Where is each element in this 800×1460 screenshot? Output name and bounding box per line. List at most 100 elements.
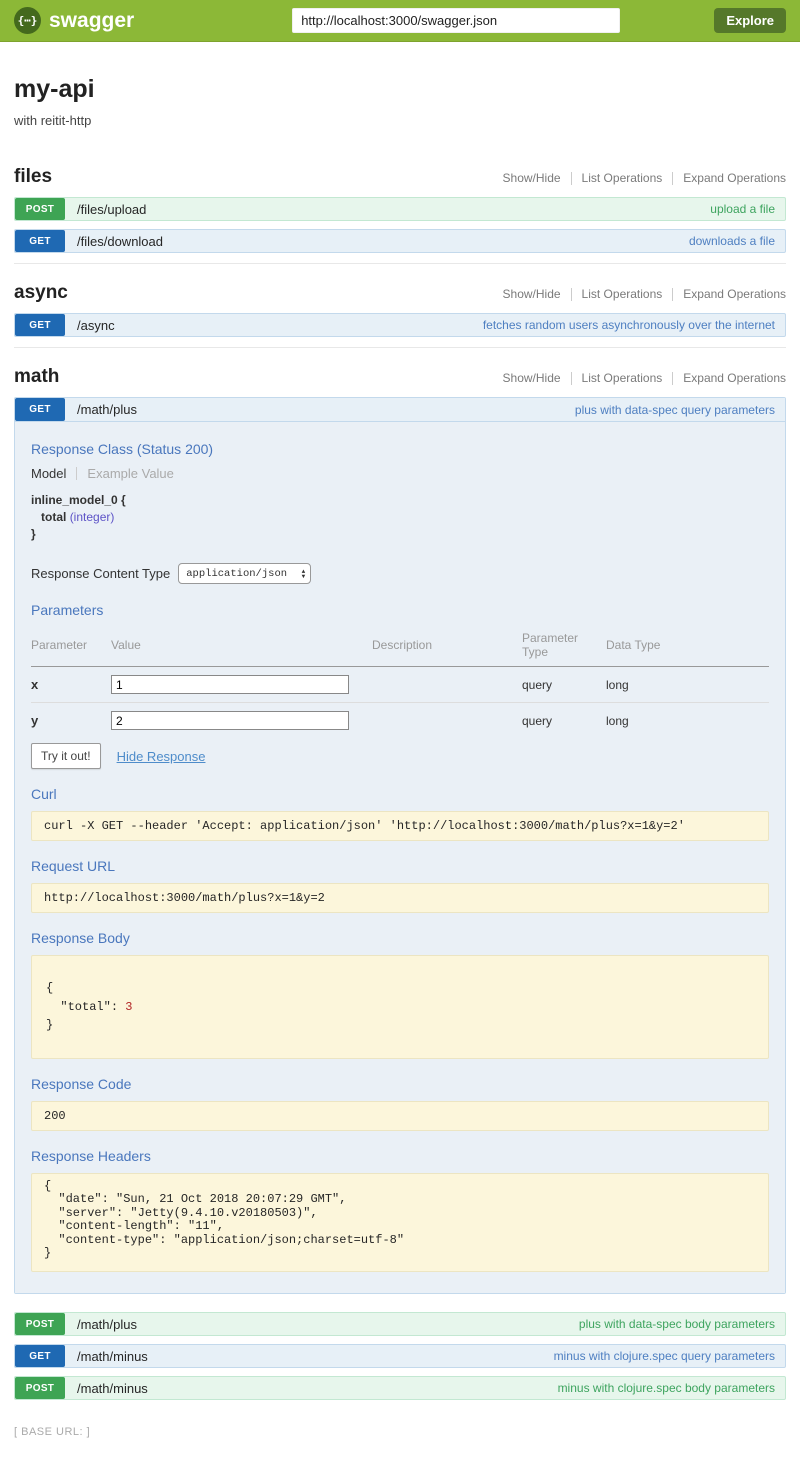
expand-operations-link[interactable]: Expand Operations	[683, 371, 786, 385]
hide-response-link[interactable]: Hide Response	[117, 749, 206, 764]
endpoint-path-link[interactable]: /files/download	[77, 234, 163, 249]
list-operations-link[interactable]: List Operations	[582, 171, 663, 185]
show-hide-link[interactable]: Show/Hide	[503, 287, 561, 301]
method-badge: POST	[15, 198, 65, 220]
endpoint-path-link[interactable]: /math/plus	[77, 1317, 137, 1332]
method-badge: GET	[15, 230, 65, 252]
endpoint-summary-link[interactable]: plus with data-spec body parameters	[579, 1317, 775, 1331]
parameters-heading: Parameters	[31, 602, 769, 618]
resource-files: files Show/Hide List Operations Expand O…	[14, 154, 786, 264]
divider	[672, 172, 673, 185]
method-badge: POST	[15, 1377, 65, 1399]
param-type: query	[522, 703, 606, 739]
endpoint-path-link[interactable]: /math/minus	[77, 1349, 148, 1364]
model-tabs: Model Example Value	[31, 466, 769, 481]
param-row-y: y query long	[31, 703, 769, 739]
list-operations-link[interactable]: List Operations	[582, 287, 663, 301]
request-url-value: http://localhost:3000/math/plus?x=1&y=2	[31, 883, 769, 913]
col-parameter-type: Parameter Type	[522, 627, 606, 667]
endpoint-row[interactable]: POST /math/plus plus with data-spec body…	[14, 1312, 786, 1336]
resource-title-math: math	[14, 366, 59, 388]
explore-button[interactable]: Explore	[714, 8, 786, 33]
select-arrows-icon: ▲▼	[302, 569, 306, 579]
response-body-json: { "total": 3 }	[31, 955, 769, 1059]
parameters-table: Parameter Value Description Parameter Ty…	[31, 627, 769, 738]
param-description	[372, 703, 522, 739]
list-operations-link[interactable]: List Operations	[582, 371, 663, 385]
tab-example-value[interactable]: Example Value	[87, 466, 173, 481]
param-name: y	[31, 703, 111, 739]
method-badge: GET	[15, 314, 65, 336]
resource-title-async: async	[14, 282, 68, 304]
resource-math: math Show/Hide List Operations Expand Op…	[14, 354, 786, 1410]
show-hide-link[interactable]: Show/Hide	[503, 171, 561, 185]
divider	[571, 288, 572, 301]
param-x-input[interactable]	[111, 675, 349, 694]
endpoint-summary-link[interactable]: upload a file	[710, 202, 775, 216]
endpoint-row[interactable]: GET /math/plus plus with data-spec query…	[15, 398, 785, 422]
endpoint-row[interactable]: GET /math/minus minus with clojure.spec …	[14, 1344, 786, 1368]
actions-row: Try it out! Hide Response	[31, 743, 769, 769]
spec-url-input[interactable]	[292, 8, 620, 33]
model-signature: inline_model_0 { total (integer) }	[31, 492, 769, 543]
method-badge: POST	[15, 1313, 65, 1335]
param-row-x: x query long	[31, 667, 769, 703]
method-badge: GET	[15, 398, 65, 421]
divider	[571, 172, 572, 185]
tab-model[interactable]: Model	[31, 466, 66, 481]
request-url-heading: Request URL	[31, 858, 769, 874]
param-description	[372, 667, 522, 703]
curl-command: curl -X GET --header 'Accept: applicatio…	[31, 811, 769, 841]
endpoint-path-link[interactable]: /math/minus	[77, 1381, 148, 1396]
response-class-heading: Response Class (Status 200)	[31, 441, 769, 457]
param-y-input[interactable]	[111, 711, 349, 730]
base-url-footer: [ BASE URL: ]	[14, 1426, 786, 1438]
curl-heading: Curl	[31, 786, 769, 802]
endpoint-row[interactable]: POST /math/minus minus with clojure.spec…	[14, 1376, 786, 1400]
response-content-type-select[interactable]: application/json ▲▼	[178, 563, 311, 584]
operation-detail-panel: Response Class (Status 200) Model Exampl…	[15, 422, 785, 1293]
divider	[672, 288, 673, 301]
show-hide-link[interactable]: Show/Hide	[503, 371, 561, 385]
response-content-type-label: Response Content Type	[31, 566, 170, 581]
param-type: query	[522, 667, 606, 703]
json-number: 3	[125, 1000, 132, 1014]
brand-title: swagger	[49, 9, 134, 33]
page-body: my-api with reitit-http files Show/Hide …	[0, 75, 800, 1438]
endpoint-summary-link[interactable]: minus with clojure.spec query parameters	[554, 1349, 775, 1363]
col-data-type: Data Type	[606, 627, 769, 667]
model-open: inline_model_0 {	[31, 492, 769, 509]
endpoint-row[interactable]: POST /files/upload upload a file	[14, 197, 786, 221]
try-it-out-button[interactable]: Try it out!	[31, 743, 101, 769]
api-description: with reitit-http	[14, 113, 786, 128]
model-property-type: (integer)	[70, 510, 115, 524]
swagger-logo-icon: {⋯}	[14, 7, 41, 34]
col-value: Value	[111, 627, 372, 667]
endpoint-path-link[interactable]: /async	[77, 318, 115, 333]
col-description: Description	[372, 627, 522, 667]
response-body-heading: Response Body	[31, 930, 769, 946]
response-headers-json: { "date": "Sun, 21 Oct 2018 20:07:29 GMT…	[31, 1173, 769, 1273]
endpoint-summary-link[interactable]: downloads a file	[689, 234, 775, 248]
response-headers-heading: Response Headers	[31, 1148, 769, 1164]
top-bar: {⋯} swagger Explore	[0, 0, 800, 42]
json-text: { "total":	[46, 981, 125, 1014]
expand-operations-link[interactable]: Expand Operations	[683, 287, 786, 301]
endpoint-path-link[interactable]: /files/upload	[77, 202, 146, 217]
endpoint-row[interactable]: GET /files/download downloads a file	[14, 229, 786, 253]
param-name: x	[31, 667, 111, 703]
resource-title-files: files	[14, 166, 52, 188]
param-data-type: long	[606, 703, 769, 739]
resource-async: async Show/Hide List Operations Expand O…	[14, 270, 786, 348]
model-property: total (integer)	[31, 509, 769, 526]
param-data-type: long	[606, 667, 769, 703]
endpoint-row[interactable]: GET /async fetches random users asynchro…	[14, 313, 786, 337]
selected-content-type: application/json	[186, 568, 287, 580]
endpoint-summary-link[interactable]: minus with clojure.spec body parameters	[558, 1381, 775, 1395]
endpoint-summary-link[interactable]: plus with data-spec query parameters	[575, 403, 775, 417]
endpoint-path-link[interactable]: /math/plus	[77, 402, 137, 417]
endpoint-summary-link[interactable]: fetches random users asynchronously over…	[483, 318, 775, 332]
expand-operations-link[interactable]: Expand Operations	[683, 171, 786, 185]
json-text: }	[46, 1018, 53, 1032]
method-badge: GET	[15, 1345, 65, 1367]
